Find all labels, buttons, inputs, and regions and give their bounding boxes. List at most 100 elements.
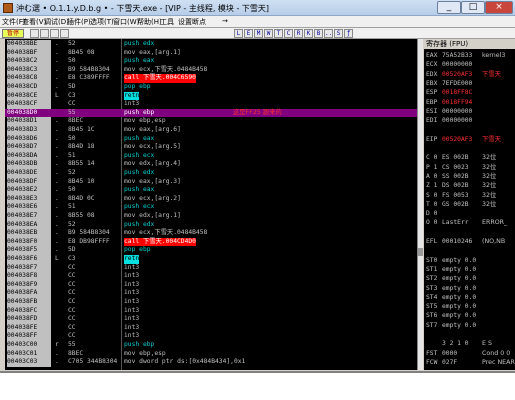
- menu-item-2[interactable]: 调试(D): [44, 17, 69, 27]
- disasm-row[interactable]: 004038EA. 52 push edx: [5, 220, 418, 230]
- disasm-row[interactable]: 00403C01. 8BEC mov ebp,esp: [5, 349, 418, 359]
- register-row[interactable]: [426, 125, 480, 134]
- disasm-row[interactable]: 004038FA CC int3: [5, 289, 418, 298]
- disasm-row[interactable]: 004038D3. 8B45 1C mov eax,[arg.6]: [5, 126, 418, 135]
- toolbar-button-7[interactable]: K: [304, 29, 313, 38]
- disasm-row[interactable]: 004038DF. 8B45 10 mov eax,[arg.3]: [5, 177, 418, 187]
- register-row[interactable]: A 0 SS 002B 32位: [426, 172, 496, 181]
- disasm-row[interactable]: 004038CD. 5D pop ebp: [5, 83, 418, 92]
- disasm-row[interactable]: 004038C8. E8 C389FFFF call 下雪天.004C6590: [5, 74, 418, 83]
- close-button[interactable]: ×: [485, 1, 513, 14]
- toolbar-button-8[interactable]: B: [314, 29, 323, 38]
- disasm-row[interactable]: 004038D6. 50 push eax: [5, 134, 418, 144]
- register-row[interactable]: ECX 00000000: [426, 60, 480, 69]
- register-row[interactable]: EDI 00000000: [426, 116, 480, 125]
- disasm-row[interactable]: 004038CE L C3 retn: [5, 91, 418, 101]
- menu-item-6[interactable]: 帮助(H): [137, 17, 162, 27]
- disasm-row[interactable]: 004038FB CC int3: [5, 298, 418, 307]
- dump-pane[interactable]: [0, 371, 515, 400]
- toolbar-button-4[interactable]: T: [274, 29, 283, 38]
- register-row[interactable]: EBP 0018FF94: [426, 98, 480, 107]
- register-row[interactable]: ST0 empty 0.0: [426, 256, 480, 265]
- play-icon[interactable]: [30, 29, 39, 38]
- register-row[interactable]: ST3 empty 0.0: [426, 284, 480, 293]
- register-row[interactable]: ST2 empty 0.0: [426, 274, 480, 283]
- toolbar-button-2[interactable]: M: [254, 29, 263, 38]
- disasm-row[interactable]: 004038D7. 8B4D 18 mov ecx,[arg.5]: [5, 143, 418, 152]
- disasm-row[interactable]: 004038E7. 8B55 08 mov edx,[arg.1]: [5, 212, 418, 221]
- disasm-row[interactable]: 004038E2. 50 push eax: [5, 186, 418, 195]
- register-row[interactable]: D 0: [426, 209, 480, 218]
- register-row[interactable]: FCW 027F Prec NEAR: [426, 358, 515, 367]
- register-row[interactable]: P 1 CS 0023 32位: [426, 163, 496, 172]
- menu-item-7[interactable]: 工具: [160, 17, 174, 27]
- step-into-icon[interactable]: [40, 29, 49, 38]
- disasm-row[interactable]: 004038DA. 51 push ecx: [5, 151, 418, 161]
- step-over-icon[interactable]: [50, 29, 59, 38]
- disasm-row[interactable]: 004038E6. 51 push ecx: [5, 203, 418, 212]
- register-row[interactable]: EIP 00520AF3 下雪天: [426, 135, 501, 144]
- register-row[interactable]: ST5 empty 0.0: [426, 302, 480, 311]
- minimize-button[interactable]: _: [437, 1, 461, 14]
- register-row[interactable]: 3 2 1 0 E S: [426, 339, 492, 348]
- disasm-row[interactable]: 004038FC CC int3: [5, 306, 418, 316]
- toolbar-button-1[interactable]: E: [244, 29, 253, 38]
- register-row[interactable]: ST7 empty 0.0: [426, 321, 480, 330]
- step-out-icon[interactable]: [60, 29, 69, 38]
- disasm-row[interactable]: 00403C03. C705 344B8304 mov dword ptr ds:[…: [5, 358, 418, 367]
- disasm-row[interactable]: 004038DB. 8B55 14 mov edx,[arg.4]: [5, 160, 418, 169]
- menu-item-4[interactable]: 选项(T): [90, 17, 114, 27]
- menu-item-8[interactable]: 设置断点: [178, 17, 206, 27]
- disasm-row[interactable]: 004038F5. 5D pop ebp: [5, 246, 418, 255]
- toolbar-button-3[interactable]: W: [264, 29, 273, 38]
- disasm-row[interactable]: 004038D0 55 push ebp 这是FF25 跟来的: [5, 108, 418, 118]
- register-row[interactable]: S 0 FS 0053 32位: [426, 191, 496, 200]
- disasm-row[interactable]: 00403C00 r 55 push ebp: [5, 341, 418, 350]
- register-row[interactable]: [426, 144, 480, 153]
- register-row[interactable]: EBX 7EFDE000: [426, 79, 480, 88]
- register-row[interactable]: ST6 empty 0.0: [426, 311, 480, 320]
- registers-pane[interactable]: 寄存器 (FPU) EAX 75A52B33 kernel3 ECX 00000000…: [424, 39, 515, 370]
- vertical-scrollbar[interactable]: [417, 39, 423, 370]
- disasm-row[interactable]: 004038BF. 8B45 08 mov eax,[arg.1]: [5, 48, 418, 58]
- toolbar-button-10[interactable]: S: [334, 29, 343, 38]
- register-row[interactable]: O 0 LastErr ERROR_: [426, 218, 507, 227]
- disasm-row[interactable]: 004038DE. 52 push edx: [5, 169, 418, 178]
- disasm-row[interactable]: 004038D1. 8BEC mov ebp,esp: [5, 117, 418, 126]
- register-row[interactable]: C 0 ES 002B 32位: [426, 153, 496, 162]
- maximize-button[interactable]: □: [461, 1, 485, 14]
- menu-item-3[interactable]: 插件(P): [67, 17, 91, 27]
- toolbar-button-5[interactable]: C: [284, 29, 293, 38]
- register-row[interactable]: T 0 GS 002B 32位: [426, 200, 496, 209]
- disasm-row[interactable]: 004038CF CC int3: [5, 100, 418, 109]
- register-row[interactable]: ESP 0018FF8C: [426, 88, 480, 97]
- toolbar-button-11[interactable]: ƒ: [344, 29, 353, 38]
- register-row[interactable]: FST 0000 Cond 0 0: [426, 349, 510, 358]
- disasm-row[interactable]: 004038BE. 52 push edx: [5, 40, 418, 49]
- toolbar-button-9[interactable]: ...: [324, 29, 333, 38]
- disasm-row[interactable]: 004038F0. E8 DB98FFFF call 下雪天.004CD4D0: [5, 237, 418, 247]
- disasm-row[interactable]: 004038F7 CC int3: [5, 263, 418, 273]
- register-row[interactable]: ST4 empty 0.0: [426, 293, 480, 302]
- disasm-row[interactable]: 004038C3. B9 584B8304 mov ecx,下雪天.0484B458: [5, 65, 418, 75]
- toolbar-button-0[interactable]: L: [234, 29, 243, 38]
- disasm-row[interactable]: 004038F6 L C3 retn: [5, 255, 418, 264]
- register-row[interactable]: ST1 empty 0.0: [426, 265, 480, 274]
- register-row[interactable]: EDX 00520AF3 下雪天: [426, 70, 501, 79]
- menu-item-5[interactable]: 窗口(W): [113, 17, 139, 27]
- disasm-row[interactable]: 004038FD CC int3: [5, 315, 418, 324]
- menu-item-9[interactable]: →: [222, 17, 228, 25]
- disasm-row[interactable]: 004038E3. 8B4D 0C mov ecx,[arg.2]: [5, 194, 418, 204]
- disasm-row[interactable]: 004038FF CC int3: [5, 332, 418, 341]
- disasm-row[interactable]: 004038FE CC int3: [5, 323, 418, 333]
- register-row[interactable]: [426, 246, 480, 255]
- disasm-row[interactable]: 004038F8 CC int3: [5, 272, 418, 281]
- disassembly-pane[interactable]: 004038BE. 52 push edx 004038BF. 8B45 08 mov e…: [5, 39, 418, 370]
- register-row[interactable]: EAX 75A52B33 kernel3: [426, 51, 505, 60]
- register-row[interactable]: EFL 00010246 (NO,NB: [426, 237, 505, 246]
- register-row[interactable]: [426, 330, 480, 339]
- disasm-row[interactable]: 004038C2. 50 push eax: [5, 57, 418, 66]
- disasm-row[interactable]: 004038F9 CC int3: [5, 280, 418, 290]
- toolbar-button-6[interactable]: R: [294, 29, 303, 38]
- register-row[interactable]: [426, 228, 480, 237]
